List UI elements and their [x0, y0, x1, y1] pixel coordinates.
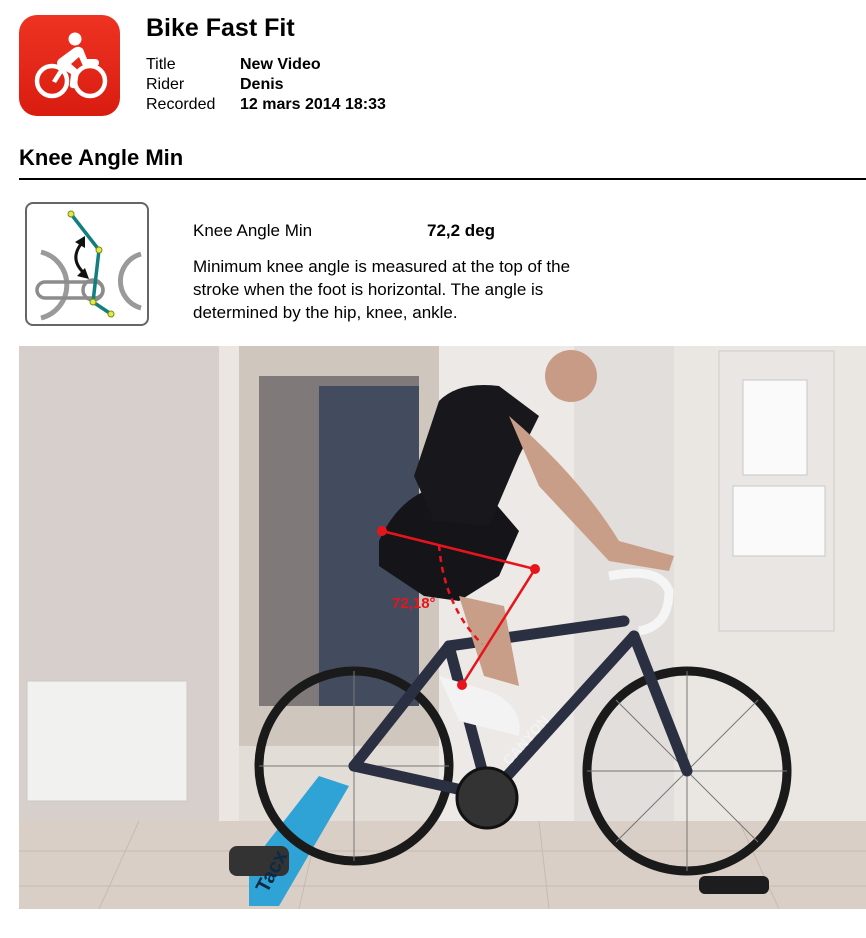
ankle-point — [457, 680, 467, 690]
recording-meta: Title New Video Rider Denis Recorded 12 … — [146, 55, 386, 115]
rider-photo: Tacx CANYON 72,18° — [19, 346, 866, 909]
knee-angle-diagram-icon — [25, 202, 149, 326]
meta-value: New Video — [240, 56, 321, 73]
app-icon — [19, 15, 120, 116]
meta-row-recorded: Recorded 12 mars 2014 18:33 — [146, 95, 386, 115]
section-divider — [19, 178, 866, 180]
cyclist-icon — [34, 32, 108, 99]
metric-label: Knee Angle Min — [193, 221, 313, 240]
hip-point — [377, 526, 387, 536]
meta-row-title: Title New Video — [146, 55, 386, 75]
meta-value: 12 mars 2014 18:33 — [240, 96, 386, 113]
meta-key: Rider — [146, 76, 185, 93]
app-title: Bike Fast Fit — [146, 14, 295, 42]
section-title: Knee Angle Min — [19, 145, 184, 170]
meta-key: Title — [146, 56, 176, 73]
meta-key: Recorded — [146, 96, 216, 113]
metric-description: Minimum knee angle is measured at the to… — [193, 257, 571, 322]
meta-value: Denis — [240, 76, 284, 93]
meta-row-rider: Rider Denis — [146, 75, 386, 95]
metric-value: 72,2 deg — [427, 221, 496, 240]
angle-label: 72,18° — [392, 595, 436, 612]
knee-point — [530, 564, 540, 574]
